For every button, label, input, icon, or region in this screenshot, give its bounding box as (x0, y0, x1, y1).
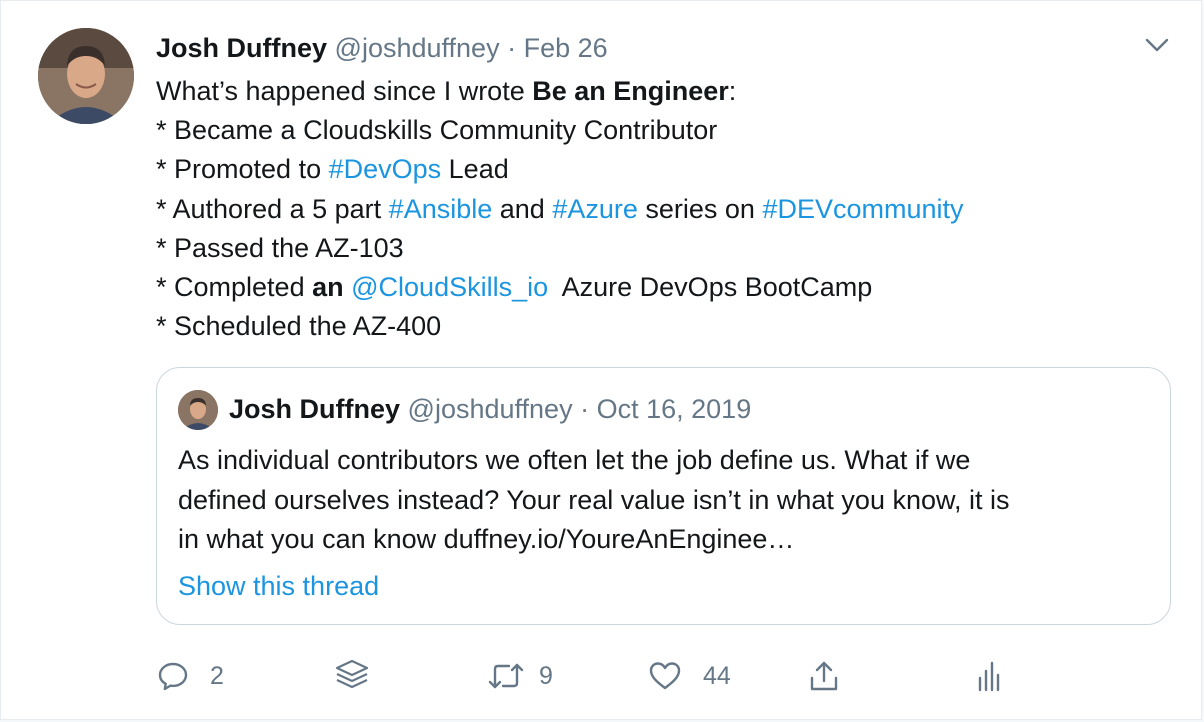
quoted-tweet[interactable]: Josh Duffney @joshduffney · Oct 16, 2019… (156, 367, 1171, 625)
text-segment: series on (637, 193, 763, 224)
heart-icon (649, 662, 681, 690)
text-segment: * Completed (156, 271, 313, 302)
tweet-line-7: * Scheduled the AZ-400 (156, 311, 442, 342)
quoted-line-1: As individual contributors we often let … (178, 445, 971, 475)
quoted-tweet-text: As individual contributors we often let … (178, 441, 1153, 560)
text-segment: Lead (441, 154, 509, 185)
author-avatar[interactable] (38, 28, 134, 124)
more-options-chevron-down-icon[interactable] (1144, 35, 1170, 55)
tweet-actions: 2 9 44 (1, 651, 1203, 701)
quoted-line-2: defined ourselves instead? Your real val… (178, 484, 1010, 515)
share-button[interactable] (807, 657, 841, 695)
share-upload-icon (810, 661, 838, 691)
avatar-image (38, 28, 134, 124)
tweet-line-2: * Became a Cloudskills Community Contrib… (156, 115, 718, 146)
author-handle[interactable]: @joshduffney (335, 33, 500, 63)
tweet-text: What’s happened since I wrote Be an Engi… (156, 72, 1166, 346)
quoted-avatar-image (178, 390, 218, 430)
hashtag-ansible-link[interactable]: #Ansible (389, 194, 493, 224)
text-segment: * Promoted to (156, 154, 329, 185)
hashtag-devops-link[interactable]: #DevOps (329, 154, 442, 184)
quoted-tweet-header: Josh Duffney @joshduffney · Oct 16, 2019 (229, 391, 751, 427)
bold-text: Be an Engineer (532, 76, 729, 106)
quoted-tweet-date: Oct 16, 2019 (596, 394, 752, 424)
quoted-author-name: Josh Duffney (229, 394, 401, 424)
analytics-bar-chart-icon (978, 661, 1000, 692)
tweet-line-4: * Authored a 5 part #Ansible and #Azure … (156, 190, 1166, 229)
reply-button[interactable]: 2 (156, 657, 224, 695)
tweet-card[interactable]: Josh Duffney @joshduffney · Feb 26 What’… (0, 0, 1202, 720)
quoted-author-handle: @joshduffney (407, 394, 573, 424)
tweet-line-3: * Promoted to #DevOps Lead (156, 150, 1166, 189)
text-segment: Azure DevOps BootCamp (548, 271, 873, 302)
quoted-author-avatar (178, 390, 218, 430)
retweet-count: 9 (539, 661, 553, 690)
hashtag-azure-link[interactable]: #Azure (552, 194, 638, 224)
text-segment: : (728, 76, 737, 106)
share-stack-button[interactable] (333, 657, 371, 695)
mention-cloudskills-link[interactable]: @CloudSkills_io (351, 272, 548, 302)
tweet-line-6: * Completed an @CloudSkills_io Azure Dev… (156, 268, 1166, 307)
reply-icon (158, 662, 188, 691)
header-separator: · (507, 33, 517, 63)
layers-icon (335, 659, 369, 689)
tweet-date[interactable]: Feb 26 (524, 33, 608, 63)
retweet-button[interactable]: 9 (487, 657, 553, 695)
text-segment: What’s happened since I wrote (156, 76, 533, 106)
like-button[interactable]: 44 (647, 657, 731, 695)
text-segment: * Authored a 5 part (156, 193, 389, 224)
bold-text: an (312, 271, 344, 302)
text-segment: and (492, 193, 553, 224)
reply-count: 2 (210, 661, 224, 690)
quoted-line-3: in what you can know duffney.io/YoureAnE… (178, 524, 795, 554)
author-name[interactable]: Josh Duffney (156, 33, 327, 63)
show-this-thread-link[interactable]: Show this thread (178, 568, 379, 604)
retweet-icon (488, 663, 524, 689)
tweet-line-1: What’s happened since I wrote Be an Engi… (156, 72, 1166, 111)
analytics-button[interactable] (971, 657, 1005, 695)
tweet-header: Josh Duffney @joshduffney · Feb 26 (156, 31, 608, 65)
hashtag-devcommunity-link[interactable]: #DEVcommunity (762, 194, 963, 224)
quoted-separator: · (580, 394, 590, 424)
tweet-line-5: * Passed the AZ-103 (156, 232, 404, 263)
like-count: 44 (703, 661, 731, 690)
